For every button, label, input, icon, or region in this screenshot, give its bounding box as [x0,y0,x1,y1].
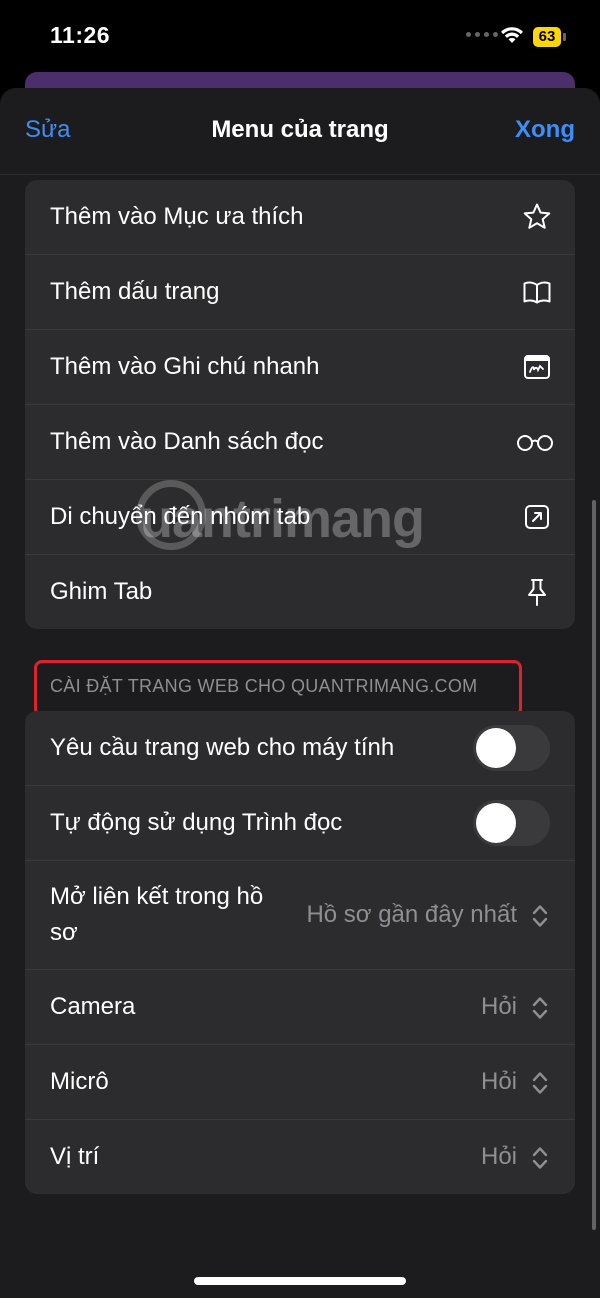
watermark-text: uantrimang [140,489,425,549]
chevron-up-down-icon [532,903,548,929]
row-value: Hỏi [480,1068,517,1095]
list-item-label: Thêm vào Ghi chú nhanh [50,353,320,380]
highlight-box [34,660,522,717]
row-label: Vị trí [50,1143,100,1170]
camera-row[interactable]: Camera Hỏi [25,970,575,1045]
signal-icon [466,32,498,37]
chevron-up-down-icon [532,1070,548,1096]
battery-level: 63 [533,27,561,47]
sheet-nav-bar: Sửa Menu của trang Xong [0,88,600,175]
quick-note-icon [521,351,553,383]
done-button[interactable]: Xong [515,116,575,144]
list-item-label: Thêm vào Danh sách đọc [50,428,324,455]
star-icon [521,201,553,233]
chevron-up-down-icon [532,1145,548,1171]
list-item-label: Thêm dấu trang [50,278,220,305]
wifi-icon [498,24,526,51]
actions-list: Thêm vào Mục ưa thích Thêm dấu trang Thê… [25,180,575,629]
auto-reader-row: Tự động sử dụng Trình đọc [25,786,575,861]
move-arrow-icon [521,501,553,533]
row-value: Hỏi [480,993,517,1020]
add-reading-list-item[interactable]: Thêm vào Danh sách đọc [25,405,575,480]
scrollbar[interactable] [592,500,596,1230]
status-time: 11:26 [50,22,111,48]
request-desktop-site-row: Yêu cầu trang web cho máy tính [25,711,575,786]
open-links-profile-row[interactable]: Mở liên kết trong hồ sơ Hồ sơ gần đây nh… [25,861,575,970]
auto-reader-toggle[interactable] [473,800,550,846]
row-label: Yêu cầu trang web cho máy tính [50,734,395,761]
row-value: Hỏi [480,1143,517,1170]
add-bookmark-item[interactable]: Thêm dấu trang [25,255,575,330]
chevron-up-down-icon [532,995,548,1021]
row-value: Hồ sơ gần đây nhất [306,901,517,928]
add-to-favorites-item[interactable]: Thêm vào Mục ưa thích [25,180,575,255]
list-item-label: Thêm vào Mục ưa thích [50,203,304,230]
desktop-site-toggle[interactable] [473,725,550,771]
list-item-label: Ghim Tab [50,578,153,605]
row-label: Micrô [50,1068,109,1095]
pin-tab-item[interactable]: Ghim Tab [25,555,575,629]
row-label: Camera [50,993,136,1020]
add-quick-note-item[interactable]: Thêm vào Ghi chú nhanh [25,330,575,405]
battery-icon: 63 [533,27,567,47]
website-settings-list: Yêu cầu trang web cho máy tính Tự động s… [25,711,575,1194]
book-icon [521,276,553,308]
glasses-icon [515,426,555,458]
home-indicator[interactable] [194,1277,406,1285]
row-label: Tự động sử dụng Trình đọc [50,809,343,836]
sheet-title: Menu của trang [211,116,389,143]
pin-icon [521,576,553,608]
row-label: Mở liên kết trong hồ sơ [50,883,264,946]
location-row[interactable]: Vị trí Hỏi [25,1120,575,1194]
status-bar: 11:26 63 [0,0,600,72]
microphone-row[interactable]: Micrô Hỏi [25,1045,575,1120]
